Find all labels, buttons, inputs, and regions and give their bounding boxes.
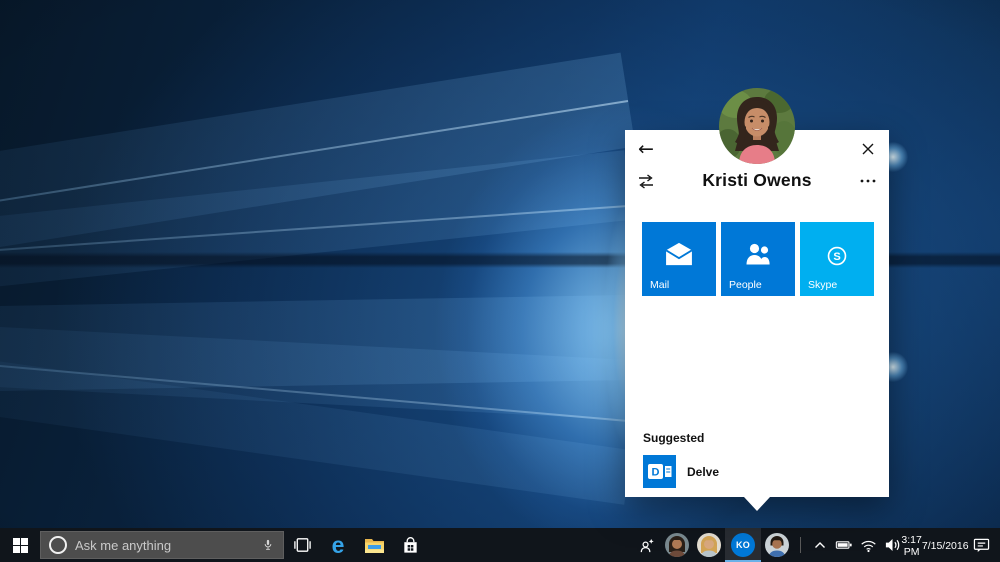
store-icon (401, 536, 420, 555)
people-flyout-panel: ← Kristi Owens (625, 130, 889, 497)
battery-button[interactable] (832, 528, 856, 562)
skype-tile[interactable]: S Skype (800, 222, 874, 296)
clock-date: 7/15/2016 (922, 540, 969, 552)
action-center-button[interactable] (966, 528, 996, 562)
svg-text:D: D (652, 467, 660, 479)
file-explorer-icon (364, 537, 385, 554)
suggested-heading: Suggested (643, 431, 704, 445)
edge-browser-button[interactable]: e (320, 528, 356, 562)
close-icon (862, 143, 874, 155)
pinned-apps: e (284, 528, 428, 562)
flyout-callout-tail (744, 497, 770, 511)
show-hidden-icons-button[interactable] (808, 528, 832, 562)
wifi-icon (860, 538, 877, 553)
volume-button[interactable] (880, 528, 904, 562)
pinned-contact-3[interactable] (761, 528, 793, 562)
taskbar: Ask me anything e (0, 528, 1000, 562)
suggested-app-delve[interactable]: D Delve (643, 455, 719, 488)
contact-name: Kristi Owens (625, 170, 889, 191)
speaker-icon (884, 537, 901, 553)
chevron-up-icon (814, 541, 826, 549)
action-center-icon (973, 537, 990, 553)
people-hub-button[interactable] (631, 528, 661, 562)
woman-dark-hair-avatar (665, 533, 689, 557)
tile-label: Mail (650, 279, 669, 291)
arrow-left-icon: ← (638, 138, 654, 160)
skype-icon: S (823, 242, 851, 270)
tray-divider (800, 537, 801, 553)
contact-initials-badge: KO (731, 533, 755, 557)
windows-logo-icon (13, 538, 28, 553)
cortana-search-box[interactable]: Ask me anything (40, 531, 284, 559)
task-view-icon (293, 536, 312, 554)
people-icon (744, 242, 772, 266)
suggested-app-label: Delve (687, 465, 719, 479)
store-button[interactable] (392, 528, 428, 562)
back-button[interactable]: ← (635, 138, 657, 160)
people-tile[interactable]: People (721, 222, 795, 296)
file-explorer-button[interactable] (356, 528, 392, 562)
woman-blonde-avatar (697, 533, 721, 557)
mail-envelope-icon (664, 242, 694, 266)
edge-icon: e (332, 534, 345, 557)
microphone-icon[interactable] (261, 536, 275, 554)
person-with-star-icon (638, 537, 655, 554)
clock-time: 3:17 PM (901, 534, 921, 558)
start-button[interactable] (0, 528, 40, 562)
active-contact-ko-button[interactable]: KO (725, 528, 761, 562)
pinned-contact-1[interactable] (661, 528, 693, 562)
delve-icon: D (643, 455, 676, 488)
pinned-contact-2[interactable] (693, 528, 725, 562)
desktop-screen: ← Kristi Owens (0, 0, 1000, 562)
mail-tile[interactable]: Mail (642, 222, 716, 296)
contact-photo (719, 88, 795, 164)
taskbar-right-cluster: KO (631, 528, 1000, 562)
search-placeholder: Ask me anything (75, 538, 253, 553)
task-view-button[interactable] (284, 528, 320, 562)
battery-icon (835, 536, 853, 554)
tile-label: People (729, 279, 762, 291)
cortana-icon (49, 536, 67, 554)
app-tiles: Mail People S Skype (642, 222, 874, 296)
svg-text:S: S (833, 251, 840, 263)
network-button[interactable] (856, 528, 880, 562)
close-button[interactable] (857, 138, 879, 160)
clock[interactable]: 3:17 PM 7/15/2016 (904, 528, 966, 562)
man-avatar (765, 533, 789, 557)
tile-label: Skype (808, 279, 837, 291)
